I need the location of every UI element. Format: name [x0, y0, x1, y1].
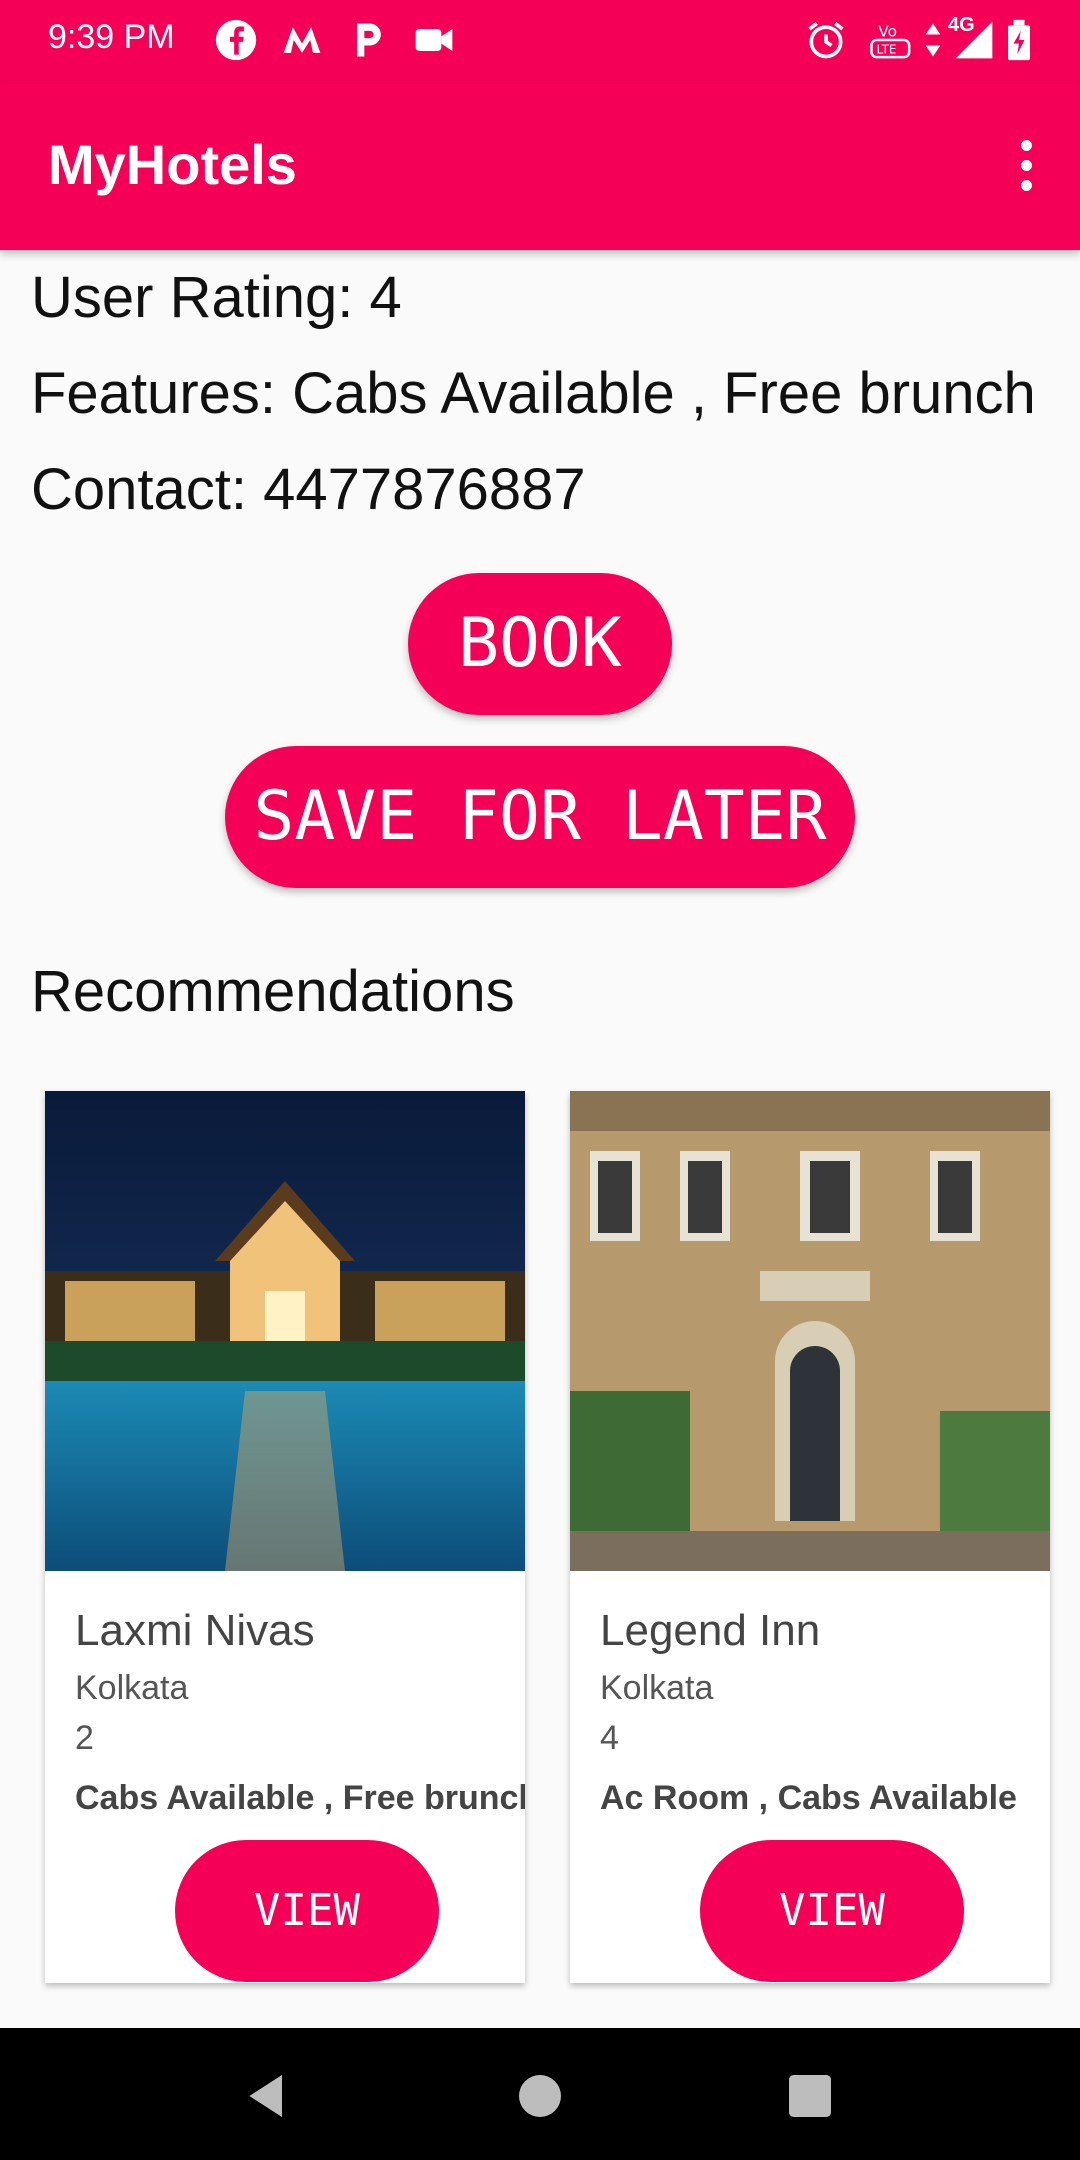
hotel-rating: 4 — [600, 1719, 619, 1757]
save-for-later-button[interactable]: SAVE FOR LATER — [225, 746, 855, 888]
recommendations-heading: Recommendations — [31, 959, 515, 1024]
hotel-rating: 2 — [75, 1719, 94, 1757]
overflow-menu-icon[interactable] — [1006, 134, 1046, 206]
volte-icon: Vo LTE — [870, 23, 911, 59]
svg-text:Vo: Vo — [878, 23, 897, 41]
hotel-photo-resort — [45, 1091, 525, 1571]
hotel-features: Ac Room , Cabs Available — [600, 1779, 1017, 1817]
user-rating-text: User Rating: 4 — [31, 265, 402, 330]
view-button[interactable]: VIEW — [700, 1840, 964, 1982]
hotel-photo-building — [570, 1091, 1050, 1571]
back-icon[interactable] — [240, 2068, 296, 2124]
home-icon[interactable] — [512, 2068, 568, 2124]
alarm-icon — [808, 22, 844, 59]
book-button[interactable]: BOOK — [408, 573, 672, 715]
system-navigation-bar — [0, 2028, 1080, 2160]
data-arrows-icon — [925, 23, 941, 57]
hotel-city: Kolkata — [600, 1669, 714, 1707]
app-title: MyHotels — [48, 133, 297, 196]
svg-text:LTE: LTE — [877, 43, 897, 57]
features-text: Features: Cabs Available , Free brunch — [31, 361, 1036, 426]
recommendation-card-legend-inn[interactable]: Legend Inn Kolkata 4 Ac Room , Cabs Avai… — [570, 1091, 1050, 1983]
recommendation-card-laxmi-nivas[interactable]: Laxmi Nivas Kolkata 2 Cabs Available , F… — [45, 1091, 525, 1983]
app-bar: MyHotels — [0, 84, 1080, 250]
hotel-features: Cabs Available , Free brunch — [75, 1779, 525, 1817]
maps-icon — [283, 27, 321, 53]
status-bar: 9:39 PM Vo LTE 4G — [0, 0, 1080, 84]
video-icon — [415, 29, 453, 51]
hotel-city: Kolkata — [75, 1669, 189, 1707]
signal-icon — [955, 21, 993, 59]
battery-icon — [1008, 19, 1030, 61]
paytm-icon — [357, 23, 381, 57]
view-button[interactable]: VIEW — [175, 1840, 439, 1982]
contact-text: Contact: 4477876887 — [31, 457, 586, 522]
facebook-icon — [215, 19, 257, 61]
status-time: 9:39 PM — [48, 18, 175, 56]
hotel-name: Laxmi Nivas — [75, 1606, 315, 1655]
hotel-name: Legend Inn — [600, 1606, 821, 1655]
recents-icon[interactable] — [782, 2068, 838, 2124]
